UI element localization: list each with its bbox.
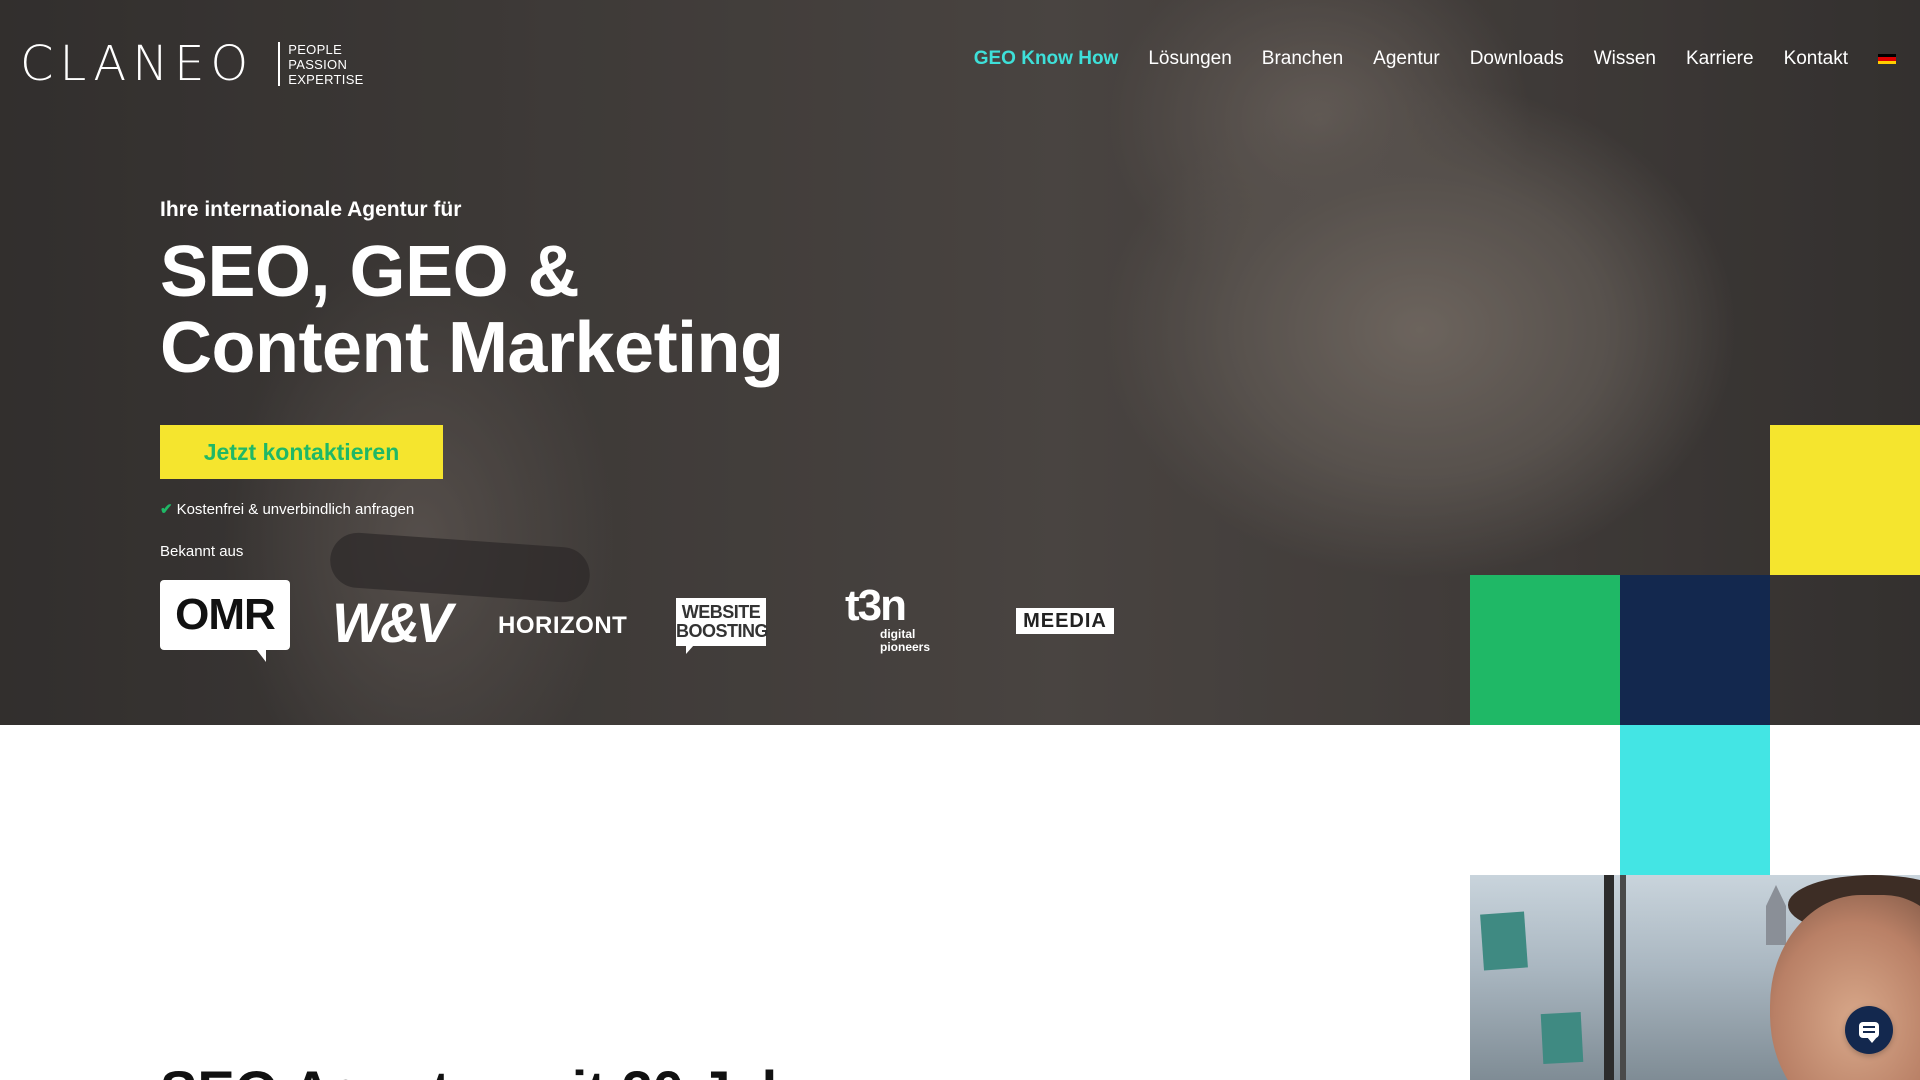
sticky-note xyxy=(1540,1011,1584,1065)
press-logo-meedia: MEEDIA xyxy=(1016,608,1114,634)
nav-item-agentur[interactable]: Agentur xyxy=(1373,48,1440,70)
logo-tagline-line: PASSION xyxy=(288,56,348,72)
logo-wordmark: CLANEO xyxy=(20,36,255,92)
press-logo-t3n: t3n digital pioneers xyxy=(845,584,930,654)
person-face xyxy=(1770,895,1920,1080)
hero-text: Ihre internationale Agentur für SEO, GEO… xyxy=(160,198,784,386)
site-header: CLANEO PEOPLE PASSION EXPERTISE GEO Know… xyxy=(0,0,1920,120)
nav-item-branchen[interactable]: Branchen xyxy=(1262,48,1343,70)
nav-item-wissen[interactable]: Wissen xyxy=(1594,48,1656,70)
nav-item-kontakt[interactable]: Kontakt xyxy=(1784,48,1848,70)
checkmark-icon: ✔ xyxy=(160,501,173,518)
chat-bubble-icon[interactable] xyxy=(1845,1006,1893,1054)
hero-headline-line: Content Marketing xyxy=(160,308,784,388)
logo-divider xyxy=(278,42,281,86)
chat-icon-glyph xyxy=(1859,1022,1879,1043)
deco-block-cyan xyxy=(1620,725,1770,875)
t3n-logo-text: t3n xyxy=(845,581,907,630)
nav-item-karriere[interactable]: Karriere xyxy=(1686,48,1754,70)
hero-headline: SEO, GEO & Content Marketing xyxy=(160,234,784,386)
omr-logo-text: OMR xyxy=(175,590,276,639)
logo-tagline: PEOPLE PASSION EXPERTISE xyxy=(288,42,363,87)
deco-block-navy xyxy=(1620,575,1770,725)
cta-note-text: Kostenfrei & unverbindlich anfragen xyxy=(176,500,415,518)
nav-item-downloads[interactable]: Downloads xyxy=(1470,48,1564,70)
press-logo-wv: W&V xyxy=(332,591,453,654)
team-photo xyxy=(1470,875,1920,1080)
logo-tagline-line: EXPERTISE xyxy=(288,71,364,87)
sticky-note xyxy=(1480,911,1528,971)
window-frame xyxy=(1604,875,1614,1080)
contact-cta-button[interactable]: Jetzt kontaktieren xyxy=(160,425,443,479)
deco-block-green xyxy=(1470,575,1620,725)
cta-note: ✔ Kostenfrei & unverbindlich anfragen xyxy=(160,500,415,519)
german-flag-icon[interactable] xyxy=(1878,54,1896,64)
press-logo-omr: OMR xyxy=(160,580,290,662)
claneo-logo[interactable]: CLANEO PEOPLE PASSION EXPERTISE xyxy=(20,36,364,92)
t3n-sub-line: pioneers xyxy=(880,640,931,654)
logo-tagline-line: PEOPLE xyxy=(288,41,343,57)
press-logo-horizont: HORIZONT xyxy=(498,612,628,639)
nav-item-geo-know-how[interactable]: GEO Know How xyxy=(974,48,1119,70)
omr-bubble: OMR xyxy=(160,580,290,662)
section-title: SEO Agentur mit 20 Jahren xyxy=(160,1058,883,1080)
flag-stripe xyxy=(1878,60,1896,64)
deco-block-yellow xyxy=(1770,425,1920,575)
chat-icon-line xyxy=(1863,1031,1875,1033)
hero-headline-line: SEO, GEO & xyxy=(160,232,580,312)
church-tower xyxy=(1766,885,1786,945)
press-logo-website-boosting: WEBSITE BOOSTING xyxy=(676,598,769,654)
nav-item-loesungen[interactable]: Lösungen xyxy=(1148,48,1231,70)
window-frame xyxy=(1620,875,1626,1080)
main-nav: GEO Know How Lösungen Branchen Agentur D… xyxy=(944,48,1896,70)
wb-line: WEBSITE xyxy=(681,602,761,622)
page: CLANEO PEOPLE PASSION EXPERTISE GEO Know… xyxy=(0,0,1920,1080)
press-label: Bekannt aus xyxy=(160,543,244,560)
wb-line: BOOSTING xyxy=(676,621,769,641)
chat-icon-line xyxy=(1863,1026,1875,1028)
hero-eyebrow: Ihre internationale Agentur für xyxy=(160,198,462,221)
